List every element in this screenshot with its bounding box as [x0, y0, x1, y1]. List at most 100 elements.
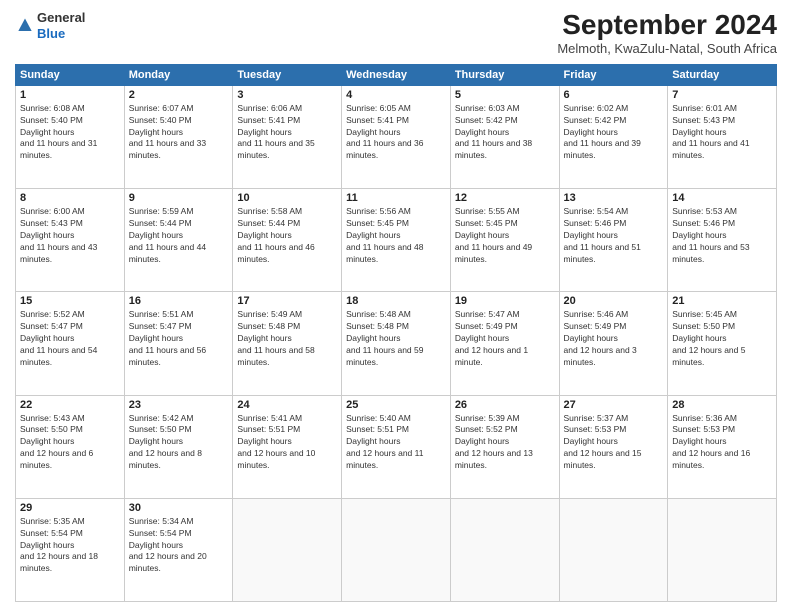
calendar-day-cell: 20 Sunrise: 5:46 AM Sunset: 5:49 PM Dayl…	[559, 292, 668, 395]
month-title: September 2024	[557, 10, 777, 41]
calendar-day-cell	[233, 498, 342, 601]
day-info: Sunrise: 5:51 AM Sunset: 5:47 PM Dayligh…	[129, 309, 229, 368]
day-header: Tuesday	[233, 64, 342, 85]
day-number: 21	[672, 295, 772, 307]
day-info: Sunrise: 6:07 AM Sunset: 5:40 PM Dayligh…	[129, 103, 229, 162]
day-header: Wednesday	[342, 64, 451, 85]
logo-blue: Blue	[37, 26, 65, 41]
calendar-day-cell: 14 Sunrise: 5:53 AM Sunset: 5:46 PM Dayl…	[668, 189, 777, 292]
day-number: 11	[346, 192, 446, 204]
day-info: Sunrise: 5:54 AM Sunset: 5:46 PM Dayligh…	[564, 206, 664, 265]
location: Melmoth, KwaZulu-Natal, South Africa	[557, 41, 777, 56]
day-number: 27	[564, 399, 664, 411]
calendar-day-cell: 25 Sunrise: 5:40 AM Sunset: 5:51 PM Dayl…	[342, 395, 451, 498]
calendar-day-cell: 4 Sunrise: 6:05 AM Sunset: 5:41 PM Dayli…	[342, 85, 451, 188]
day-number: 20	[564, 295, 664, 307]
day-info: Sunrise: 6:05 AM Sunset: 5:41 PM Dayligh…	[346, 103, 446, 162]
day-number: 10	[237, 192, 337, 204]
day-info: Sunrise: 5:45 AM Sunset: 5:50 PM Dayligh…	[672, 309, 772, 368]
calendar-day-cell: 29 Sunrise: 5:35 AM Sunset: 5:54 PM Dayl…	[16, 498, 125, 601]
day-info: Sunrise: 5:40 AM Sunset: 5:51 PM Dayligh…	[346, 413, 446, 472]
calendar-day-cell: 18 Sunrise: 5:48 AM Sunset: 5:48 PM Dayl…	[342, 292, 451, 395]
calendar-day-cell: 16 Sunrise: 5:51 AM Sunset: 5:47 PM Dayl…	[124, 292, 233, 395]
day-number: 14	[672, 192, 772, 204]
day-number: 7	[672, 89, 772, 101]
day-info: Sunrise: 6:08 AM Sunset: 5:40 PM Dayligh…	[20, 103, 120, 162]
calendar-day-cell	[668, 498, 777, 601]
day-info: Sunrise: 5:53 AM Sunset: 5:46 PM Dayligh…	[672, 206, 772, 265]
calendar-day-cell: 11 Sunrise: 5:56 AM Sunset: 5:45 PM Dayl…	[342, 189, 451, 292]
day-number: 19	[455, 295, 555, 307]
logo-icon	[15, 16, 35, 36]
day-info: Sunrise: 6:02 AM Sunset: 5:42 PM Dayligh…	[564, 103, 664, 162]
day-number: 23	[129, 399, 229, 411]
day-number: 18	[346, 295, 446, 307]
calendar-day-cell: 12 Sunrise: 5:55 AM Sunset: 5:45 PM Dayl…	[450, 189, 559, 292]
calendar-day-cell: 21 Sunrise: 5:45 AM Sunset: 5:50 PM Dayl…	[668, 292, 777, 395]
day-number: 22	[20, 399, 120, 411]
day-info: Sunrise: 5:55 AM Sunset: 5:45 PM Dayligh…	[455, 206, 555, 265]
header: General Blue September 2024 Melmoth, Kwa…	[15, 10, 777, 56]
day-header: Friday	[559, 64, 668, 85]
day-number: 28	[672, 399, 772, 411]
calendar-day-cell: 26 Sunrise: 5:39 AM Sunset: 5:52 PM Dayl…	[450, 395, 559, 498]
calendar-day-cell: 27 Sunrise: 5:37 AM Sunset: 5:53 PM Dayl…	[559, 395, 668, 498]
day-info: Sunrise: 5:35 AM Sunset: 5:54 PM Dayligh…	[20, 516, 120, 575]
title-area: September 2024 Melmoth, KwaZulu-Natal, S…	[557, 10, 777, 56]
calendar-day-cell: 3 Sunrise: 6:06 AM Sunset: 5:41 PM Dayli…	[233, 85, 342, 188]
day-number: 26	[455, 399, 555, 411]
day-header: Saturday	[668, 64, 777, 85]
day-number: 12	[455, 192, 555, 204]
day-number: 29	[20, 502, 120, 514]
day-number: 16	[129, 295, 229, 307]
calendar-week-row: 8 Sunrise: 6:00 AM Sunset: 5:43 PM Dayli…	[16, 189, 777, 292]
calendar-day-cell	[342, 498, 451, 601]
day-info: Sunrise: 5:49 AM Sunset: 5:48 PM Dayligh…	[237, 309, 337, 368]
day-info: Sunrise: 5:43 AM Sunset: 5:50 PM Dayligh…	[20, 413, 120, 472]
calendar-day-cell: 23 Sunrise: 5:42 AM Sunset: 5:50 PM Dayl…	[124, 395, 233, 498]
day-number: 24	[237, 399, 337, 411]
calendar-day-cell: 5 Sunrise: 6:03 AM Sunset: 5:42 PM Dayli…	[450, 85, 559, 188]
day-info: Sunrise: 5:34 AM Sunset: 5:54 PM Dayligh…	[129, 516, 229, 575]
logo-text: General Blue	[37, 10, 85, 41]
day-number: 8	[20, 192, 120, 204]
day-info: Sunrise: 5:42 AM Sunset: 5:50 PM Dayligh…	[129, 413, 229, 472]
logo: General Blue	[15, 10, 85, 41]
calendar-day-cell: 6 Sunrise: 6:02 AM Sunset: 5:42 PM Dayli…	[559, 85, 668, 188]
calendar-day-cell: 15 Sunrise: 5:52 AM Sunset: 5:47 PM Dayl…	[16, 292, 125, 395]
day-info: Sunrise: 5:36 AM Sunset: 5:53 PM Dayligh…	[672, 413, 772, 472]
day-header: Monday	[124, 64, 233, 85]
calendar-day-cell: 7 Sunrise: 6:01 AM Sunset: 5:43 PM Dayli…	[668, 85, 777, 188]
day-number: 1	[20, 89, 120, 101]
day-number: 25	[346, 399, 446, 411]
day-info: Sunrise: 6:03 AM Sunset: 5:42 PM Dayligh…	[455, 103, 555, 162]
day-number: 13	[564, 192, 664, 204]
logo-general: General	[37, 10, 85, 25]
calendar-table: SundayMondayTuesdayWednesdayThursdayFrid…	[15, 64, 777, 602]
day-info: Sunrise: 6:01 AM Sunset: 5:43 PM Dayligh…	[672, 103, 772, 162]
day-number: 5	[455, 89, 555, 101]
calendar-week-row: 15 Sunrise: 5:52 AM Sunset: 5:47 PM Dayl…	[16, 292, 777, 395]
day-number: 9	[129, 192, 229, 204]
day-info: Sunrise: 6:00 AM Sunset: 5:43 PM Dayligh…	[20, 206, 120, 265]
day-info: Sunrise: 5:37 AM Sunset: 5:53 PM Dayligh…	[564, 413, 664, 472]
calendar-day-cell: 17 Sunrise: 5:49 AM Sunset: 5:48 PM Dayl…	[233, 292, 342, 395]
calendar-day-cell: 1 Sunrise: 6:08 AM Sunset: 5:40 PM Dayli…	[16, 85, 125, 188]
calendar-header-row: SundayMondayTuesdayWednesdayThursdayFrid…	[16, 64, 777, 85]
calendar-week-row: 29 Sunrise: 5:35 AM Sunset: 5:54 PM Dayl…	[16, 498, 777, 601]
calendar-day-cell: 13 Sunrise: 5:54 AM Sunset: 5:46 PM Dayl…	[559, 189, 668, 292]
day-number: 30	[129, 502, 229, 514]
day-info: Sunrise: 5:46 AM Sunset: 5:49 PM Dayligh…	[564, 309, 664, 368]
day-info: Sunrise: 5:56 AM Sunset: 5:45 PM Dayligh…	[346, 206, 446, 265]
day-info: Sunrise: 5:39 AM Sunset: 5:52 PM Dayligh…	[455, 413, 555, 472]
page: General Blue September 2024 Melmoth, Kwa…	[0, 0, 792, 612]
day-number: 6	[564, 89, 664, 101]
calendar-week-row: 22 Sunrise: 5:43 AM Sunset: 5:50 PM Dayl…	[16, 395, 777, 498]
day-info: Sunrise: 5:47 AM Sunset: 5:49 PM Dayligh…	[455, 309, 555, 368]
day-info: Sunrise: 5:58 AM Sunset: 5:44 PM Dayligh…	[237, 206, 337, 265]
day-number: 2	[129, 89, 229, 101]
day-number: 4	[346, 89, 446, 101]
day-header: Sunday	[16, 64, 125, 85]
calendar-day-cell: 30 Sunrise: 5:34 AM Sunset: 5:54 PM Dayl…	[124, 498, 233, 601]
day-info: Sunrise: 6:06 AM Sunset: 5:41 PM Dayligh…	[237, 103, 337, 162]
